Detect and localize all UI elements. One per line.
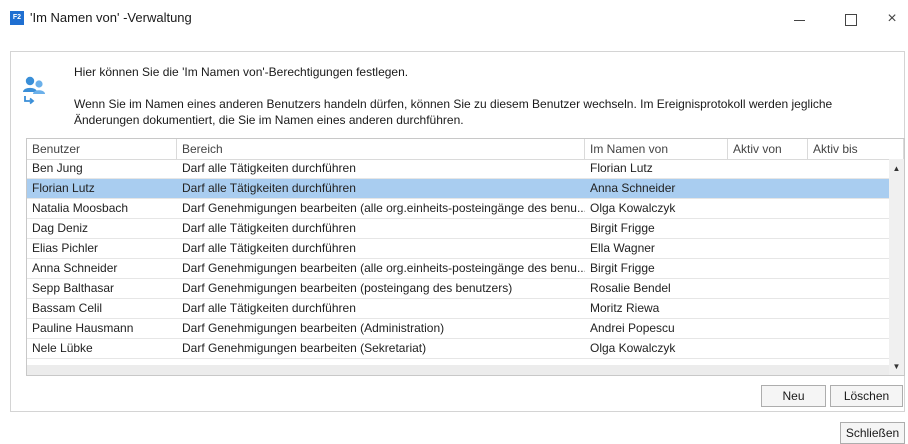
table-row[interactable]: Nele Lübke Darf Genehmigungen bearbeiten… [27, 339, 889, 359]
new-button[interactable]: Neu [761, 385, 826, 407]
table-row[interactable]: Pauline Hausmann Darf Genehmigungen bear… [27, 319, 889, 339]
cell-bereich: Darf Genehmigungen bearbeiten (posteinga… [182, 281, 513, 295]
cell-im-namen-von: Olga Kowalczyk [590, 201, 676, 215]
cell-im-namen-von: Rosalie Bendel [590, 281, 671, 295]
column-header-bereich[interactable]: Bereich [177, 139, 585, 159]
cell-benutzer: Sepp Balthasar [32, 281, 115, 295]
scroll-down-icon[interactable]: ▼ [889, 359, 904, 374]
maximize-button[interactable] [836, 8, 866, 30]
cell-aktiv-bis [808, 279, 889, 298]
cell-aktiv-von [728, 219, 808, 238]
column-header-im-namen-von[interactable]: Im Namen von [585, 139, 728, 159]
table-row-selected[interactable]: Florian Lutz Darf alle Tätigkeiten durch… [27, 179, 889, 199]
cell-benutzer: Nele Lübke [32, 341, 93, 355]
cell-im-namen-von: Andrei Popescu [590, 321, 675, 335]
cell-im-namen-von: Birgit Frigge [590, 221, 655, 235]
cell-aktiv-bis [808, 199, 889, 218]
table-row[interactable]: Natalia Moosbach Darf Genehmigungen bear… [27, 199, 889, 219]
cell-aktiv-von [728, 159, 808, 178]
cell-benutzer: Anna Schneider [32, 261, 118, 275]
cell-im-namen-von: Birgit Frigge [590, 261, 655, 275]
maximize-icon [845, 14, 857, 27]
cell-aktiv-bis [808, 299, 889, 318]
cell-aktiv-von [728, 319, 808, 338]
delete-button[interactable]: Löschen [830, 385, 903, 407]
column-header-aktiv-bis[interactable]: Aktiv bis [808, 139, 904, 159]
cell-bereich: Darf Genehmigungen bearbeiten (Sekretari… [182, 341, 427, 355]
cell-aktiv-von [728, 339, 808, 358]
column-header-benutzer[interactable]: Benutzer [27, 139, 177, 159]
close-dialog-button[interactable]: Schließen [840, 422, 905, 444]
table-row[interactable]: Ben Jung Darf alle Tätigkeiten durchführ… [27, 159, 889, 179]
cell-aktiv-von [728, 239, 808, 258]
minimize-button[interactable] [784, 8, 814, 30]
cell-aktiv-bis [808, 239, 889, 258]
table-row[interactable]: Bassam Celil Darf alle Tätigkeiten durch… [27, 299, 889, 319]
cell-bereich: Darf alle Tätigkeiten durchführen [182, 301, 356, 315]
cell-bereich: Darf Genehmigungen bearbeiten (alle org.… [182, 201, 585, 215]
table-row[interactable]: Dag Deniz Darf alle Tätigkeiten durchfüh… [27, 219, 889, 239]
cell-aktiv-bis [808, 339, 889, 358]
cell-bereich: Darf alle Tätigkeiten durchführen [182, 221, 356, 235]
cell-bereich: Darf alle Tätigkeiten durchführen [182, 161, 356, 175]
scroll-up-icon[interactable]: ▲ [889, 161, 904, 176]
table-body: Ben Jung Darf alle Tätigkeiten durchführ… [27, 159, 889, 359]
cell-im-namen-von: Olga Kowalczyk [590, 341, 676, 355]
cell-benutzer: Pauline Hausmann [32, 321, 134, 335]
cell-aktiv-von [728, 199, 808, 218]
cell-benutzer: Elias Pichler [32, 241, 99, 255]
cell-bereich: Darf Genehmigungen bearbeiten (Administr… [182, 321, 445, 335]
window-title: 'Im Namen von' -Verwaltung [30, 10, 192, 25]
cell-benutzer: Natalia Moosbach [32, 201, 129, 215]
cell-aktiv-von [728, 179, 808, 198]
cell-bereich: Darf alle Tätigkeiten durchführen [182, 181, 356, 195]
minimize-icon [793, 19, 805, 21]
cell-aktiv-von [728, 259, 808, 278]
column-header-aktiv-von[interactable]: Aktiv von [728, 139, 808, 159]
vertical-scrollbar[interactable]: ▲ ▼ [889, 159, 904, 375]
cell-bereich: Darf Genehmigungen bearbeiten (alle org.… [182, 261, 585, 275]
cell-im-namen-von: Moritz Riewa [590, 301, 660, 315]
table-row[interactable]: Sepp Balthasar Darf Genehmigungen bearbe… [27, 279, 889, 299]
cell-aktiv-bis [808, 159, 889, 178]
close-button[interactable]: × [877, 8, 907, 30]
cell-benutzer: Ben Jung [32, 161, 83, 175]
cell-aktiv-bis [808, 179, 889, 198]
cell-benutzer: Bassam Celil [32, 301, 103, 315]
table-header: Benutzer Bereich Im Namen von Aktiv von … [27, 139, 904, 160]
info-text-description: Wenn Sie im Namen eines anderen Benutzer… [74, 97, 833, 127]
app-icon: F2 [10, 11, 24, 25]
users-switch-icon [23, 76, 45, 105]
cell-im-namen-von: Ella Wagner [590, 241, 655, 255]
horizontal-scrollbar[interactable] [27, 365, 889, 375]
table-row[interactable]: Anna Schneider Darf Genehmigungen bearbe… [27, 259, 889, 279]
cell-im-namen-von: Anna Schneider [590, 181, 676, 195]
close-icon: × [887, 10, 897, 27]
cell-aktiv-bis [808, 319, 889, 338]
cell-im-namen-von: Florian Lutz [590, 161, 653, 175]
cell-aktiv-bis [808, 259, 889, 278]
cell-bereich: Darf alle Tätigkeiten durchführen [182, 241, 356, 255]
delegation-table: Benutzer Bereich Im Namen von Aktiv von … [26, 138, 905, 376]
cell-aktiv-von [728, 299, 808, 318]
cell-benutzer: Dag Deniz [32, 221, 89, 235]
cell-benutzer: Florian Lutz [32, 181, 95, 195]
table-row[interactable]: Elias Pichler Darf alle Tätigkeiten durc… [27, 239, 889, 259]
info-text-intro: Hier können Sie die 'Im Namen von'-Berec… [74, 65, 409, 79]
cell-aktiv-von [728, 279, 808, 298]
cell-aktiv-bis [808, 219, 889, 238]
title-bar: F2 'Im Namen von' -Verwaltung × [0, 0, 908, 38]
